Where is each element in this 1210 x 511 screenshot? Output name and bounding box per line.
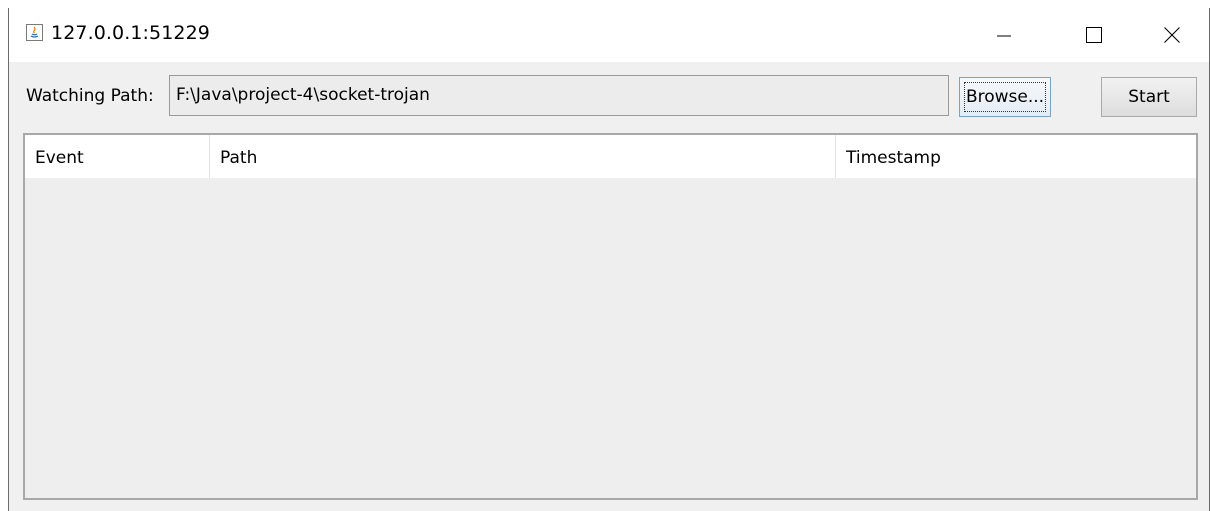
window-title: 127.0.0.1:51229: [51, 22, 210, 44]
column-header-event[interactable]: Event: [25, 135, 210, 178]
watching-path-label: Watching Path:: [26, 86, 154, 106]
java-icon: [26, 24, 43, 41]
column-header-timestamp[interactable]: Timestamp: [836, 135, 1196, 178]
minimize-icon: [997, 35, 1011, 37]
browse-button[interactable]: Browse...: [959, 77, 1051, 117]
column-header-path[interactable]: Path: [210, 135, 836, 178]
close-button[interactable]: [1149, 8, 1195, 62]
maximize-button[interactable]: [1071, 8, 1117, 62]
focus-ring: [964, 82, 1046, 112]
app-window: 127.0.0.1:51229 Watching Path: F:\Java\p…: [8, 8, 1210, 511]
title-bar[interactable]: 127.0.0.1:51229: [9, 8, 1209, 62]
events-table[interactable]: Event Path Timestamp: [23, 133, 1198, 500]
maximize-icon: [1086, 27, 1102, 43]
table-header: Event Path Timestamp: [25, 135, 1196, 178]
watching-path-field[interactable]: F:\Java\project-4\socket-trojan: [169, 75, 949, 116]
close-icon: [1164, 27, 1180, 43]
start-button[interactable]: Start: [1101, 77, 1197, 117]
minimize-button[interactable]: [981, 8, 1027, 62]
start-button-label: Start: [1128, 87, 1170, 107]
